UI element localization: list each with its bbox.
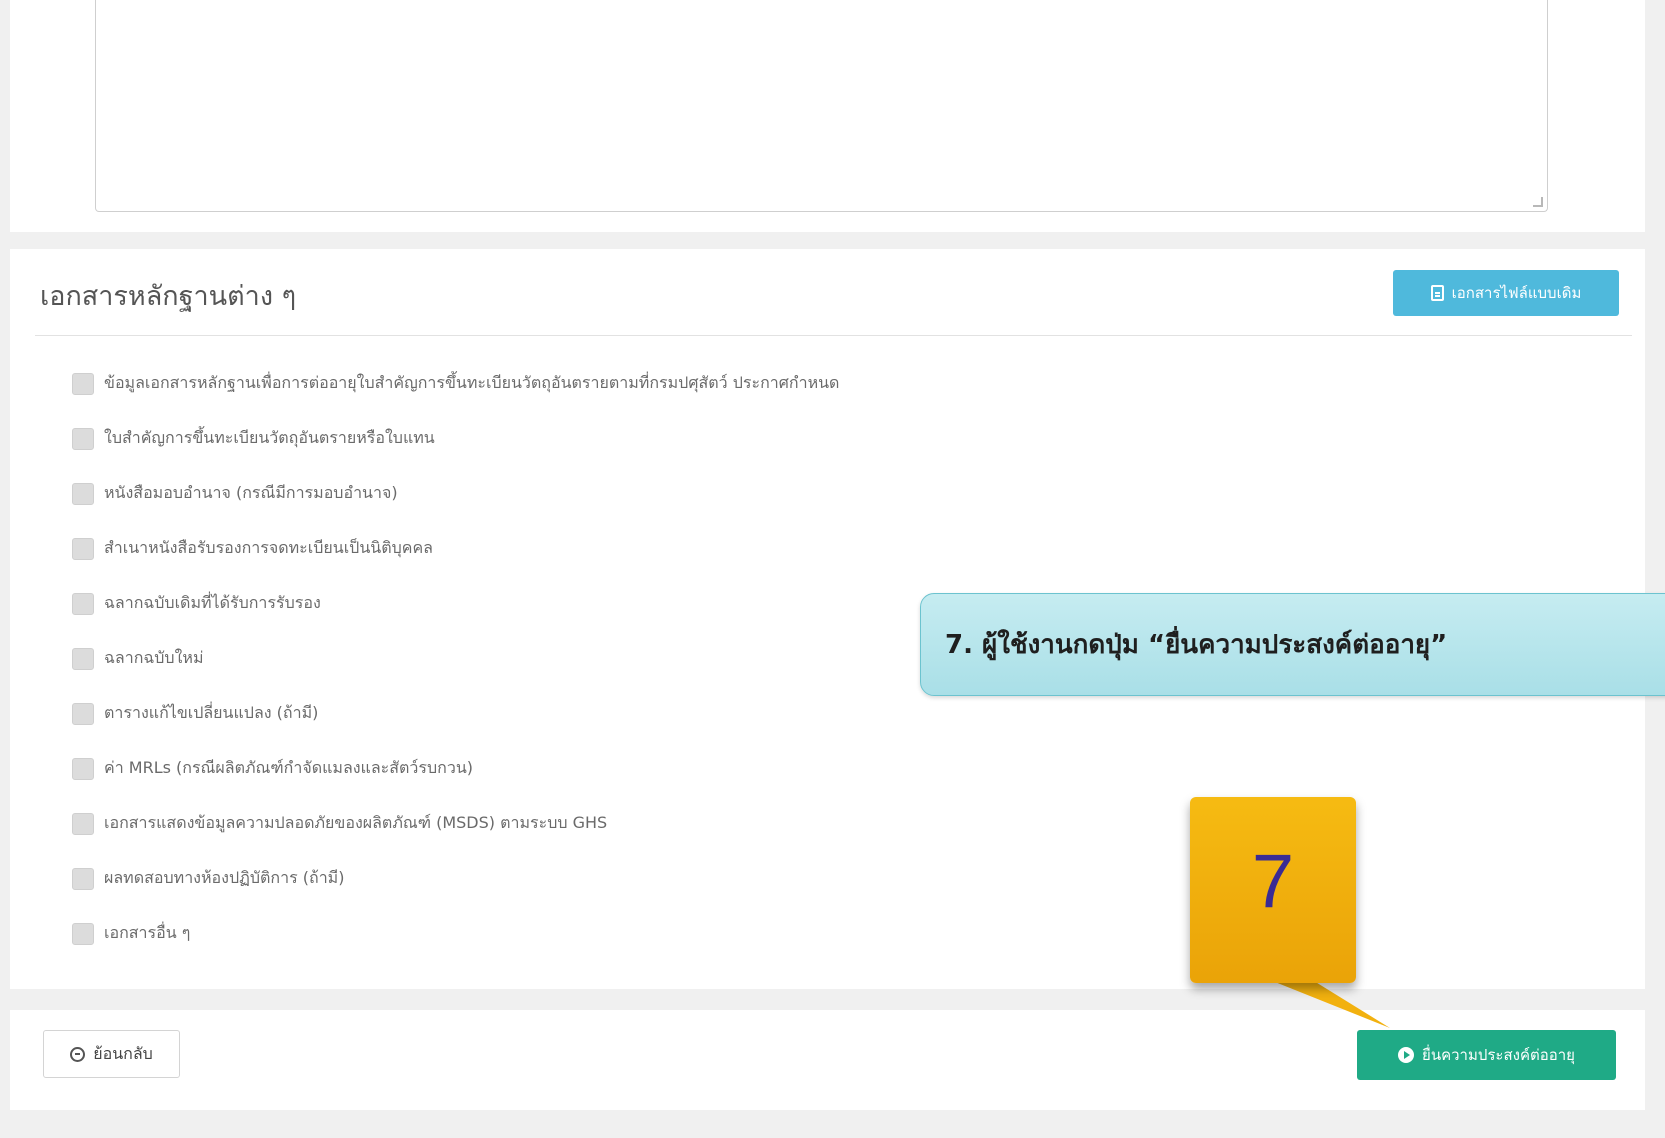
submit-renewal-button[interactable]: ยื่นความประสงค์ต่ออายุ — [1357, 1030, 1616, 1080]
step-number: 7 — [1251, 838, 1295, 924]
document-item: ข้อมูลเอกสารหลักฐานเพื่อการต่ออายุใบสำคั… — [72, 356, 839, 411]
document-label: สำเนาหนังสือรับรองการจดทะเบียนเป็นนิติบุ… — [104, 538, 433, 557]
document-checkbox[interactable] — [72, 372, 94, 395]
legacy-file-button-label: เอกสารไฟล์แบบเดิม — [1451, 284, 1582, 302]
back-button[interactable]: ย้อนกลับ — [43, 1030, 180, 1078]
document-checkbox[interactable] — [72, 757, 94, 780]
document-item: ตารางแก้ไขเปลี่ยนแปลง (ถ้ามี) — [72, 686, 839, 741]
document-label: ตารางแก้ไขเปลี่ยนแปลง (ถ้ามี) — [104, 703, 319, 722]
document-item: ค่า MRLs (กรณีผลิตภัณฑ์กำจัดแมลงและสัตว์… — [72, 741, 839, 796]
document-checkbox[interactable] — [72, 922, 94, 945]
document-checklist: ข้อมูลเอกสารหลักฐานเพื่อการต่ออายุใบสำคั… — [72, 356, 839, 961]
remarks-panel — [10, 0, 1645, 232]
documents-title: เอกสารหลักฐานต่าง ๆ — [40, 281, 297, 312]
document-item: เอกสารอื่น ๆ — [72, 906, 839, 961]
legacy-file-button[interactable]: เอกสารไฟล์แบบเดิม — [1393, 270, 1619, 316]
instruction-text: 7. ผู้ใช้งานกดปุ่ม “ยื่นความประสงค์ต่ออา… — [945, 630, 1448, 660]
document-label: ข้อมูลเอกสารหลักฐานเพื่อการต่ออายุใบสำคั… — [104, 373, 840, 392]
document-checkbox[interactable] — [72, 867, 94, 890]
document-checkbox[interactable] — [72, 482, 94, 505]
submit-renewal-button-label: ยื่นความประสงค์ต่ออายุ — [1422, 1046, 1575, 1064]
file-icon — [1430, 285, 1444, 301]
document-checkbox[interactable] — [72, 647, 94, 670]
document-item: เอกสารแสดงข้อมูลความปลอดภัยของผลิตภัณฑ์ … — [72, 796, 839, 851]
document-item: ใบสำคัญการขึ้นทะเบียนวัตถุอันตรายหรือใบแ… — [72, 411, 839, 466]
resize-handle-icon[interactable] — [1533, 197, 1543, 207]
document-checkbox[interactable] — [72, 702, 94, 725]
play-circle-icon — [1398, 1047, 1415, 1063]
document-label: เอกสารแสดงข้อมูลความปลอดภัยของผลิตภัณฑ์ … — [104, 813, 608, 832]
instruction-callout: 7. ผู้ใช้งานกดปุ่ม “ยื่นความประสงค์ต่ออา… — [920, 593, 1665, 696]
document-label: ฉลากฉบับใหม่ — [104, 648, 204, 667]
document-label: เอกสารอื่น ๆ — [104, 923, 191, 942]
remarks-textarea[interactable] — [95, 0, 1548, 212]
step-marker: 7 — [1190, 797, 1356, 983]
document-item: สำเนาหนังสือรับรองการจดทะเบียนเป็นนิติบุ… — [72, 521, 839, 576]
document-checkbox[interactable] — [72, 812, 94, 835]
back-button-label: ย้อนกลับ — [93, 1043, 153, 1063]
document-label: ใบสำคัญการขึ้นทะเบียนวัตถุอันตรายหรือใบแ… — [104, 428, 435, 447]
document-checkbox[interactable] — [72, 427, 94, 450]
document-label: ฉลากฉบับเดิมที่ได้รับการรับรอง — [104, 593, 321, 612]
document-checkbox[interactable] — [72, 537, 94, 560]
back-circle-icon — [70, 1046, 86, 1062]
document-item: หนังสือมอบอำนาจ (กรณีมีการมอบอำนาจ) — [72, 466, 839, 521]
document-label: ผลทดสอบทางห้องปฏิบัติการ (ถ้ามี) — [104, 868, 345, 887]
document-label: ค่า MRLs (กรณีผลิตภัณฑ์กำจัดแมลงและสัตว์… — [104, 758, 474, 777]
document-checkbox[interactable] — [72, 592, 94, 615]
document-item: ฉลากฉบับเดิมที่ได้รับการรับรอง — [72, 576, 839, 631]
document-label: หนังสือมอบอำนาจ (กรณีมีการมอบอำนาจ) — [104, 483, 398, 502]
divider — [35, 335, 1632, 336]
document-item: ฉลากฉบับใหม่ — [72, 631, 839, 686]
document-item: ผลทดสอบทางห้องปฏิบัติการ (ถ้ามี) — [72, 851, 839, 906]
